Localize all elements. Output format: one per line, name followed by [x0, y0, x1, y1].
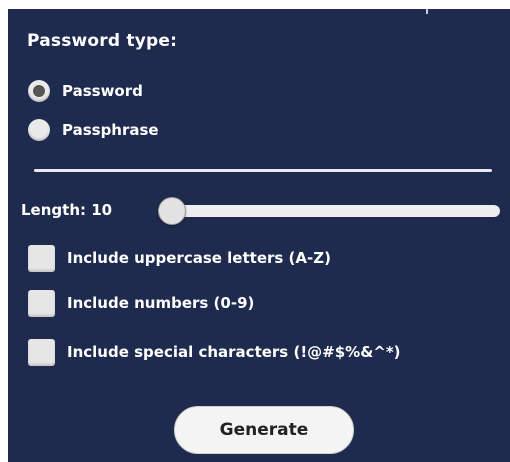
radio-option-password[interactable]: Password	[28, 79, 143, 103]
password-radio[interactable]	[28, 80, 50, 102]
numbers-checkbox[interactable]	[28, 289, 55, 317]
length-label: Length: 10	[21, 201, 113, 219]
uppercase-label: Include uppercase letters (A-Z)	[67, 249, 331, 267]
generate-button[interactable]: Generate	[174, 406, 354, 454]
section-divider	[34, 169, 492, 172]
special-checkbox[interactable]	[28, 338, 55, 366]
option-special[interactable]: Include special characters (!@#$%&^*)	[28, 338, 401, 366]
passphrase-radio[interactable]	[28, 119, 50, 141]
length-slider-thumb[interactable]	[158, 197, 186, 225]
numbers-label: Include numbers (0-9)	[67, 294, 255, 312]
password-type-heading: Password type:	[27, 31, 178, 51]
length-slider-track[interactable]	[158, 205, 500, 217]
password-radio-label: Password	[62, 82, 143, 100]
password-generator-panel: Password type: Password Passphrase Lengt…	[8, 9, 510, 462]
top-edge-mark	[426, 9, 428, 14]
option-uppercase[interactable]: Include uppercase letters (A-Z)	[28, 244, 331, 272]
special-label: Include special characters (!@#$%&^*)	[67, 343, 401, 361]
option-numbers[interactable]: Include numbers (0-9)	[28, 289, 254, 317]
radio-option-passphrase[interactable]: Passphrase	[28, 118, 159, 142]
uppercase-checkbox[interactable]	[28, 244, 55, 272]
passphrase-radio-label: Passphrase	[62, 121, 159, 139]
